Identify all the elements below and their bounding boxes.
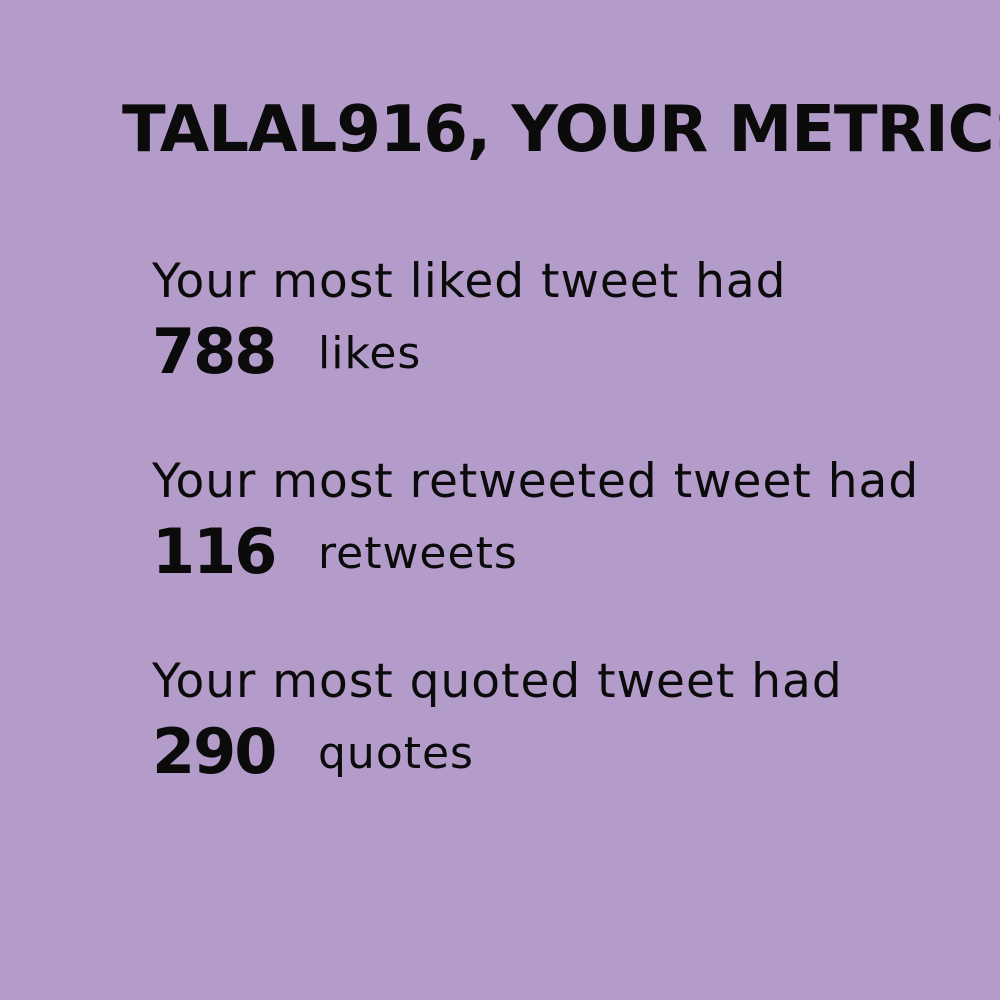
likes-unit: likes — [318, 328, 422, 379]
retweets-metric: Your most retweeted tweet had 116 retwee… — [152, 452, 919, 592]
retweets-count: 116 — [152, 515, 277, 588]
page-title: TALAL916, YOUR METRICS — [122, 93, 1000, 167]
quotes-metric: Your most quoted tweet had 290 quotes — [152, 652, 843, 792]
retweets-metric-row: 116 retweets — [152, 512, 919, 592]
quotes-count: 290 — [152, 715, 277, 788]
quotes-metric-label: Your most quoted tweet had — [152, 654, 843, 709]
likes-count: 788 — [152, 315, 277, 388]
retweets-metric-label: Your most retweeted tweet had — [152, 454, 920, 509]
likes-metric-label: Your most liked tweet had — [152, 254, 787, 309]
retweets-unit: retweets — [318, 528, 518, 579]
likes-metric-row: 788 likes — [152, 312, 787, 392]
likes-metric: Your most liked tweet had 788 likes — [152, 252, 787, 392]
quotes-unit: quotes — [318, 728, 474, 779]
quotes-metric-row: 290 quotes — [152, 712, 843, 792]
